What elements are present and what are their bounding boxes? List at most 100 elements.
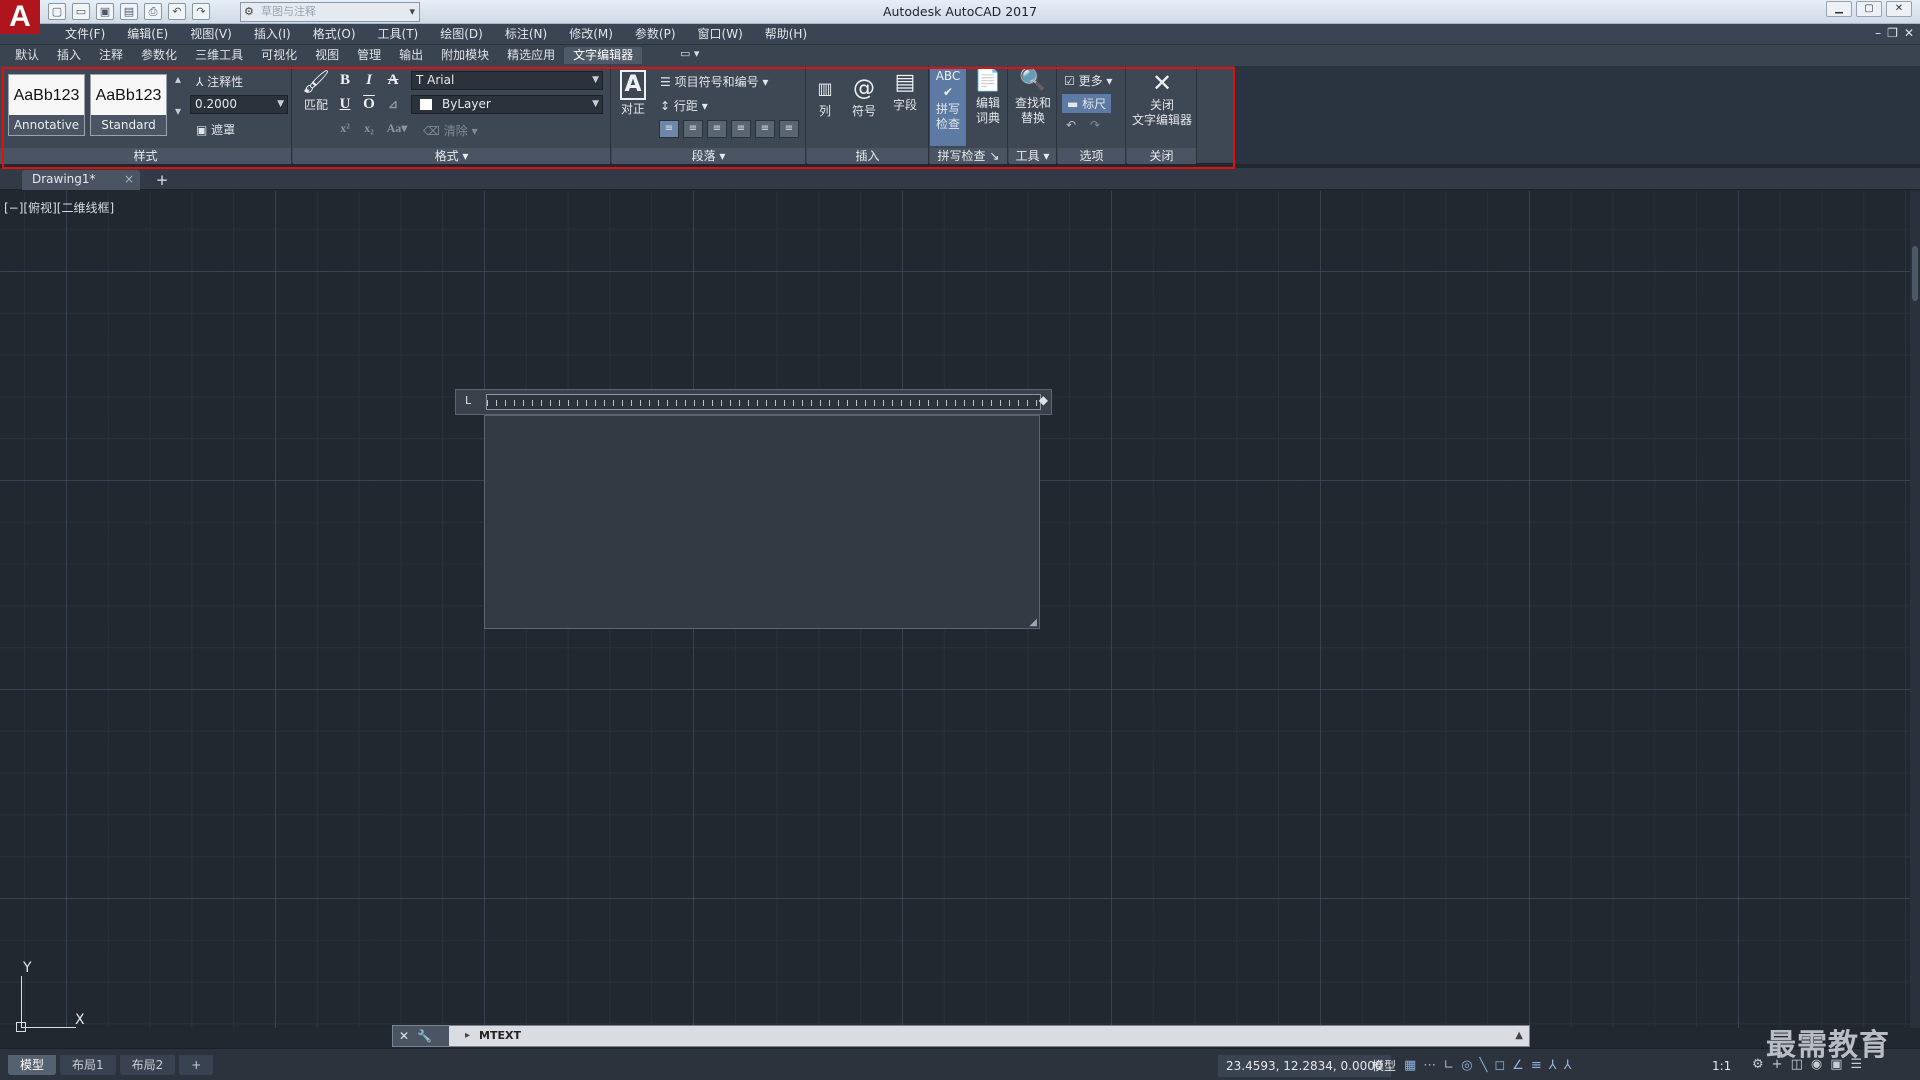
tab-drawing1[interactable]: Drawing1* × [22,170,140,190]
mask-button[interactable]: ▣ 遮罩 [196,121,235,138]
tab-parametric[interactable]: 参数化 [132,47,186,64]
tab-view[interactable]: 视图 [306,47,348,64]
ruler-resize-icon[interactable]: ◆ [1039,393,1048,407]
font-combo[interactable]: T Arial ▼ [411,71,603,90]
tab-visualize[interactable]: 可视化 [252,47,306,64]
text-height-combo[interactable]: 0.2000 ▼ [190,95,288,114]
tab-model[interactable]: 模型 [8,1055,57,1075]
columns-button[interactable]: ▥ 列 [811,76,839,119]
menu-tools[interactable]: 工具(T) [367,27,430,42]
doc-restore-button[interactable]: ❐ [1887,26,1898,40]
resize-grip-icon[interactable]: ◢ [1029,617,1037,628]
coordinate-readout[interactable]: 23.4593, 12.2834, 0.0000 [1218,1055,1391,1077]
new-tab-button[interactable]: + [150,170,174,190]
tab-addins[interactable]: 附加模块 [432,47,498,64]
tab-3d-tools[interactable]: 三维工具 [186,47,252,64]
tab-layout2[interactable]: 布局2 [119,1055,176,1075]
match-button[interactable]: 🖌 匹配 [299,70,333,113]
justify-button[interactable]: A 对正 [618,70,648,117]
menu-help[interactable]: 帮助(H) [754,27,818,42]
style-scroll-down-icon[interactable]: ▾ [175,104,181,118]
auto-scale-icon[interactable]: ⅄ [1564,1057,1572,1075]
model-space-toggle[interactable]: 模型 [1372,1055,1396,1077]
lineweight-icon[interactable]: ≡ [1531,1057,1542,1075]
mtext-ruler[interactable]: L ◆ [455,389,1052,415]
ribbon-display-options-icon[interactable]: ▭ ▾ [680,47,699,60]
bullets-button[interactable]: ☰ 项目符号和编号 ▾ [660,73,768,90]
menu-dimension[interactable]: 标注(N) [494,27,558,42]
undo-icon[interactable]: ↶ [1066,118,1076,132]
align-default-icon[interactable]: ≡ [659,120,679,138]
align-justify-icon[interactable]: ≡ [755,120,775,138]
menu-edit[interactable]: 编辑(E) [116,27,179,42]
align-center-icon[interactable]: ≡ [707,120,727,138]
object-tracking-icon[interactable]: ∠ [1512,1057,1524,1075]
recent-commands-icon[interactable]: ▸ [465,1026,470,1046]
more-button[interactable]: ☑ 更多 ▾ [1064,72,1112,89]
application-menu-button[interactable]: A [0,0,40,34]
command-line[interactable]: ✕🔧 ▸ MTEXT ▲ [392,1025,1530,1047]
tab-output[interactable]: 输出 [390,47,432,64]
wrench-icon[interactable]: 🔧 [417,1029,440,1043]
tab-manage[interactable]: 管理 [348,47,390,64]
oblique-icon[interactable]: ⊿ [383,94,403,114]
strikethrough-button[interactable]: A [383,70,403,90]
line-spacing-button[interactable]: ↕ 行距 ▾ [660,97,708,114]
chevron-up-icon[interactable]: ▲ [1515,1026,1523,1046]
tab-text-editor[interactable]: 文字编辑器 [564,47,643,64]
object-snap-icon[interactable]: ◻ [1494,1057,1505,1075]
snap-icon[interactable]: ⋯ [1423,1057,1436,1075]
close-text-editor-button[interactable]: ✕ 关闭 文字编辑器 [1129,70,1195,128]
ortho-icon[interactable]: ∟ [1443,1057,1454,1075]
align-left-icon[interactable]: ≡ [683,120,703,138]
find-replace-button[interactable]: 🔍 查找和 替换 [1011,68,1055,126]
panel-spellcheck-label[interactable]: 拼写检查 ↘ [930,148,1007,164]
viewport-controls[interactable]: [−][俯视][二维线框] [4,199,114,216]
annotation-visibility-icon[interactable]: ⅄ [1549,1057,1557,1075]
doc-close-button[interactable]: ✕ [1904,26,1914,40]
color-combo[interactable]: ByLayer ▼ [411,95,603,114]
superscript-icon[interactable]: x² [335,118,355,138]
bold-button[interactable]: B [335,70,355,90]
annotative-toggle[interactable]: ⅄ 注释性 [196,73,243,90]
style-annotative[interactable]: AaBb123 Annotative [8,74,85,136]
panel-paragraph-label[interactable]: 段落 ▾ [612,148,805,164]
tab-annotate[interactable]: 注释 [90,47,132,64]
align-distribute-icon[interactable]: ≡ [779,120,799,138]
style-scroll-up-icon[interactable]: ▴ [175,72,181,86]
vertical-scrollbar[interactable] [1910,191,1920,1028]
close-tab-icon[interactable]: × [124,170,134,189]
mtext-edit-box[interactable]: ◢ [484,415,1040,629]
underline-button[interactable]: U [335,94,355,114]
menu-parametric[interactable]: 参数(P) [624,27,687,42]
panel-tools-label[interactable]: 工具 ▾ [1009,148,1056,164]
menu-modify[interactable]: 修改(M) [558,27,624,42]
overline-button[interactable]: O [359,94,379,114]
panel-format-label[interactable]: 格式 ▾ [293,148,610,164]
scrollbar-thumb[interactable] [1912,246,1918,301]
menu-file[interactable]: 文件(F) [54,27,116,42]
add-layout-button[interactable]: + [179,1055,214,1075]
clear-button[interactable]: ⌫ 清除 ▾ [423,122,478,139]
spell-check-button[interactable]: ABC ✔ 拼写 检查 [930,68,966,146]
close-icon[interactable]: ✕ [399,1029,417,1043]
redo-icon[interactable]: ↷ [1090,118,1100,132]
menu-insert[interactable]: 插入(I) [243,27,302,42]
tab-layout1[interactable]: 布局1 [60,1055,116,1075]
tab-insert[interactable]: 插入 [48,47,90,64]
symbol-button[interactable]: @ 符号 [849,76,879,119]
subscript-icon[interactable]: x₂ [359,118,379,138]
menu-draw[interactable]: 绘图(D) [429,27,494,42]
style-standard[interactable]: AaBb123 Standard [90,74,167,136]
italic-button[interactable]: I [359,70,379,90]
change-case-icon[interactable]: Aa▾ [383,118,411,138]
ruler-track[interactable] [486,394,1041,410]
polar-icon[interactable]: ◎ [1461,1057,1472,1075]
tab-default[interactable]: 默认 [6,47,48,64]
gear-icon[interactable]: ⚙ [1752,1057,1764,1072]
grid-icon[interactable]: ▦ [1404,1057,1416,1075]
doc-minimize-button[interactable]: – [1875,26,1881,40]
edit-dictionary-button[interactable]: 📄 编辑 词典 [970,68,1006,126]
ruler-toggle[interactable]: ▬ 标尺 [1062,94,1112,113]
menu-window[interactable]: 窗口(W) [687,27,754,42]
